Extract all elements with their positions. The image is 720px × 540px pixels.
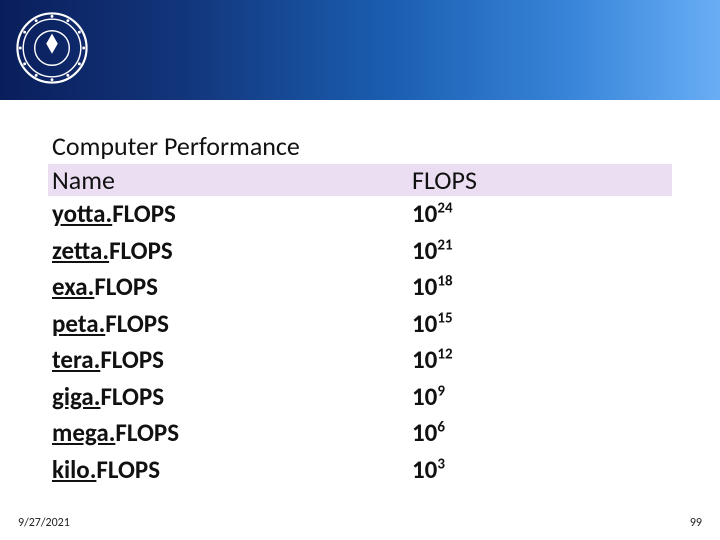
name-prefix: yotta. [52,198,112,229]
flops-base: 10 [412,381,437,412]
flops-exponent: 21 [437,236,452,254]
table-row: kilo.FLOPS103 [48,452,672,489]
flops-cell: 1012 [412,344,668,377]
name-cell: zetta.FLOPS [52,235,412,268]
footer-page: 99 [690,516,702,530]
name-prefix: mega. [52,417,115,448]
name-suffix: FLOPS [96,454,160,485]
name-suffix: FLOPS [115,417,179,448]
table-row: giga.FLOPS109 [48,379,672,416]
flops-exponent: 6 [437,419,445,437]
flops-exponent: 24 [437,200,452,218]
table-row: peta.FLOPS1015 [48,306,672,343]
name-prefix: tera. [52,344,100,375]
flops-cell: 1024 [412,198,668,231]
flops-base: 10 [412,308,437,339]
name-prefix: zetta. [52,235,109,266]
name-cell: peta.FLOPS [52,308,412,341]
name-cell: kilo.FLOPS [52,454,412,487]
name-cell: mega.FLOPS [52,417,412,450]
flops-cell: 103 [412,454,668,487]
header-bar [0,0,720,100]
flops-cell: 1018 [412,271,668,304]
table-row: zetta.FLOPS1021 [48,233,672,270]
name-suffix: FLOPS [109,235,173,266]
name-suffix: FLOPS [105,308,169,339]
name-prefix: peta. [52,308,105,339]
name-suffix: FLOPS [94,271,158,302]
flops-exponent: 15 [437,309,452,327]
flops-base: 10 [412,198,437,229]
table-body: yotta.FLOPS1024zetta.FLOPS1021exa.FLOPS1… [48,196,672,488]
flops-cell: 106 [412,417,668,450]
content-area: Computer Performance Name FLOPS yotta.FL… [48,130,672,488]
name-prefix: exa. [52,271,94,302]
table-row: yotta.FLOPS1024 [48,196,672,233]
name-cell: giga.FLOPS [52,381,412,414]
name-prefix: kilo. [52,454,96,485]
flops-cell: 109 [412,381,668,414]
flops-base: 10 [412,344,437,375]
name-cell: yotta.FLOPS [52,198,412,231]
table-header: Name FLOPS [48,164,672,196]
flops-base: 10 [412,454,437,485]
flops-base: 10 [412,417,437,448]
column-header-flops: FLOPS [412,164,668,196]
table-row: exa.FLOPS1018 [48,269,672,306]
flops-cell: 1015 [412,308,668,341]
name-prefix: giga. [52,381,100,412]
flops-exponent: 9 [437,382,445,400]
name-cell: exa.FLOPS [52,271,412,304]
flops-cell: 1021 [412,235,668,268]
name-suffix: FLOPS [100,344,164,375]
name-suffix: FLOPS [112,198,176,229]
table-row: tera.FLOPS1012 [48,342,672,379]
column-header-name: Name [52,164,412,196]
flops-exponent: 12 [437,346,452,364]
slide: Computer Performance Name FLOPS yotta.FL… [0,0,720,540]
name-cell: tera.FLOPS [52,344,412,377]
flops-exponent: 18 [437,273,452,291]
table-row: mega.FLOPS106 [48,415,672,452]
flops-exponent: 3 [437,455,445,473]
section-title: Computer Performance [48,130,672,164]
name-suffix: FLOPS [100,381,164,412]
university-seal-icon [16,12,88,84]
flops-base: 10 [412,271,437,302]
flops-base: 10 [412,235,437,266]
footer-date: 9/27/2021 [18,516,70,530]
